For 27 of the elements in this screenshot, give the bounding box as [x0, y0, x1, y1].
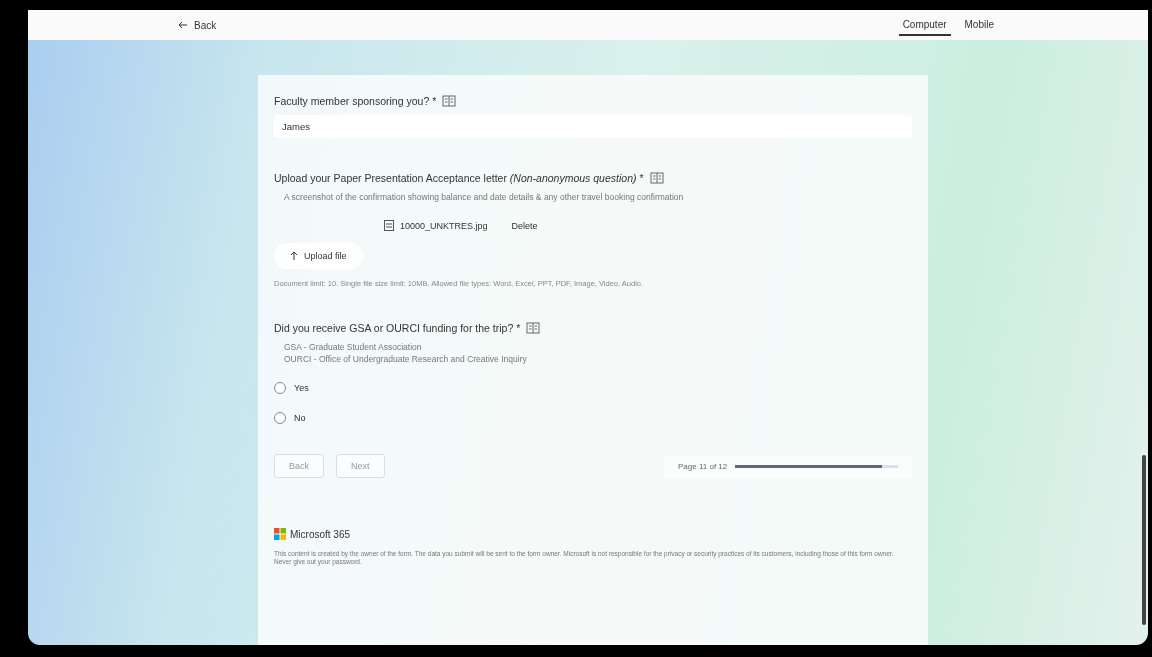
immersive-reader-icon[interactable]	[649, 172, 664, 184]
logo-icon	[274, 528, 286, 540]
file-icon	[384, 220, 394, 231]
view-tab[interactable]: Computer	[898, 14, 951, 36]
question-subtitle: OURCI - Office of Undergraduate Research and Creative Inquiry	[283, 354, 528, 364]
option-label[interactable]: Yes	[294, 383, 309, 393]
answer-field[interactable]: James	[274, 115, 912, 138]
immersive-reader-icon[interactable]	[442, 95, 457, 107]
file-name[interactable]: 10000_UNKTRES.jpg	[400, 220, 488, 231]
question-title: Faculty member sponsoring you? *	[274, 95, 437, 107]
immersive-reader-icon[interactable]	[526, 322, 541, 334]
brand-name: Microsoft 365	[290, 528, 351, 540]
question-subtitle: A screenshot of the confirmation showing balance and date details & any other travel booking confirmation	[283, 192, 685, 202]
view-tab[interactable]: Mobile	[960, 14, 998, 36]
option-label[interactable]: No	[294, 413, 306, 423]
upload-button[interactable]: Upload file	[274, 243, 363, 269]
question-title: Did you receive GSA or OURCI funding for the trip? *	[274, 322, 521, 334]
back-button[interactable]: Back	[178, 19, 217, 31]
radio-button[interactable]	[274, 412, 286, 424]
scrollbar[interactable]	[1142, 455, 1146, 625]
radio-button[interactable]	[274, 382, 286, 394]
back-arrow-icon	[178, 21, 188, 29]
delete-link[interactable]: Delete	[511, 220, 538, 231]
progress-text: Page 11 of 12	[678, 461, 728, 471]
question-subtitle: GSA - Graduate Student Association	[283, 342, 423, 352]
upload-icon	[290, 251, 298, 261]
question-title: Upload your Paper Presentation Acceptance letter (Non-anonymous question) *	[274, 172, 644, 184]
